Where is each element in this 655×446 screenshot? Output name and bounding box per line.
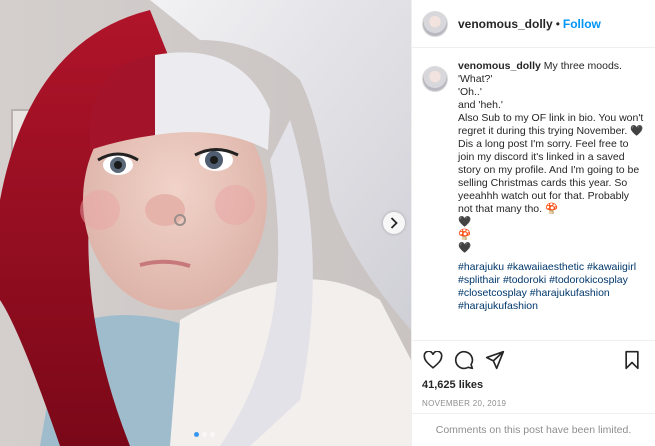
hashtag-link[interactable]: #closetcosplay — [458, 287, 527, 299]
caption-line: Dis a long post I'm sorry. Feel free to … — [458, 138, 640, 215]
like-count[interactable]: 41,625 likes — [422, 379, 645, 391]
like-button[interactable] — [422, 349, 444, 371]
hashtag-link[interactable]: #splithair — [458, 274, 500, 286]
caption-avatar[interactable] — [422, 66, 448, 92]
caption-line: 🍄 — [458, 229, 472, 241]
hashtag-link[interactable]: #harajukufashion — [530, 287, 610, 299]
carousel-dot — [210, 432, 215, 437]
photo-illustration — [0, 0, 411, 446]
post-actions: 41,625 likes NOVEMBER 20, 2019 — [412, 340, 655, 408]
hashtag-link[interactable]: #kawaiiaesthetic — [507, 261, 584, 273]
caption-area[interactable]: venomous_dolly My three moods. 'What?' '… — [412, 60, 652, 340]
bookmark-icon — [625, 350, 639, 370]
comment-button[interactable] — [453, 349, 475, 371]
caption-comment: venomous_dolly My three moods. 'What?' '… — [422, 60, 652, 313]
speech-bubble-icon — [454, 350, 474, 370]
carousel-next-button[interactable] — [383, 212, 405, 234]
follow-button[interactable]: Follow — [563, 17, 601, 31]
post-side-panel: venomous_dolly • Follow venomous_dolly M… — [411, 0, 655, 446]
post-photo[interactable] — [0, 0, 411, 446]
caption-line: 🖤 — [458, 216, 472, 228]
hashtag-link[interactable]: #kawaiigirl — [587, 261, 636, 273]
caption-line: 'What?' — [458, 73, 493, 85]
separator-bullet: • — [555, 16, 560, 31]
caption-line: 'Oh..' — [458, 86, 482, 98]
action-icon-row — [422, 349, 645, 371]
comments-limited-notice: Comments on this post have been limited. — [412, 413, 655, 446]
carousel-dot — [202, 432, 207, 437]
carousel-indicator — [194, 432, 215, 437]
hashtag-link[interactable]: #harajukufashion — [458, 300, 538, 312]
heart-outline-icon — [423, 351, 443, 369]
caption-line: 🖤 — [458, 242, 472, 254]
caption-text: venomous_dolly My three moods. 'What?' '… — [458, 60, 646, 313]
caption-line: Also Sub to my OF link in bio. You won't… — [458, 112, 644, 137]
avatar[interactable] — [422, 10, 448, 37]
post-header: venomous_dolly • Follow — [412, 0, 655, 48]
paper-plane-icon — [485, 350, 505, 370]
caption-line: and 'heh.' — [458, 99, 503, 111]
caption-line: My three moods. — [543, 60, 622, 72]
hashtag-link[interactable]: #harajuku — [458, 261, 504, 273]
carousel-dot-active — [194, 432, 199, 437]
hashtag-link[interactable]: #todoroki — [503, 274, 546, 286]
caption-username[interactable]: venomous_dolly — [458, 60, 541, 72]
chevron-right-icon — [390, 217, 398, 229]
save-button[interactable] — [621, 349, 643, 371]
hashtag-link[interactable]: #todorokicosplay — [549, 274, 628, 286]
post-date[interactable]: NOVEMBER 20, 2019 — [422, 399, 645, 408]
header-username[interactable]: venomous_dolly — [458, 17, 553, 31]
share-button[interactable] — [484, 349, 506, 371]
hashtag-list: #harajuku #kawaiiaesthetic #kawaiigirl #… — [458, 261, 646, 313]
